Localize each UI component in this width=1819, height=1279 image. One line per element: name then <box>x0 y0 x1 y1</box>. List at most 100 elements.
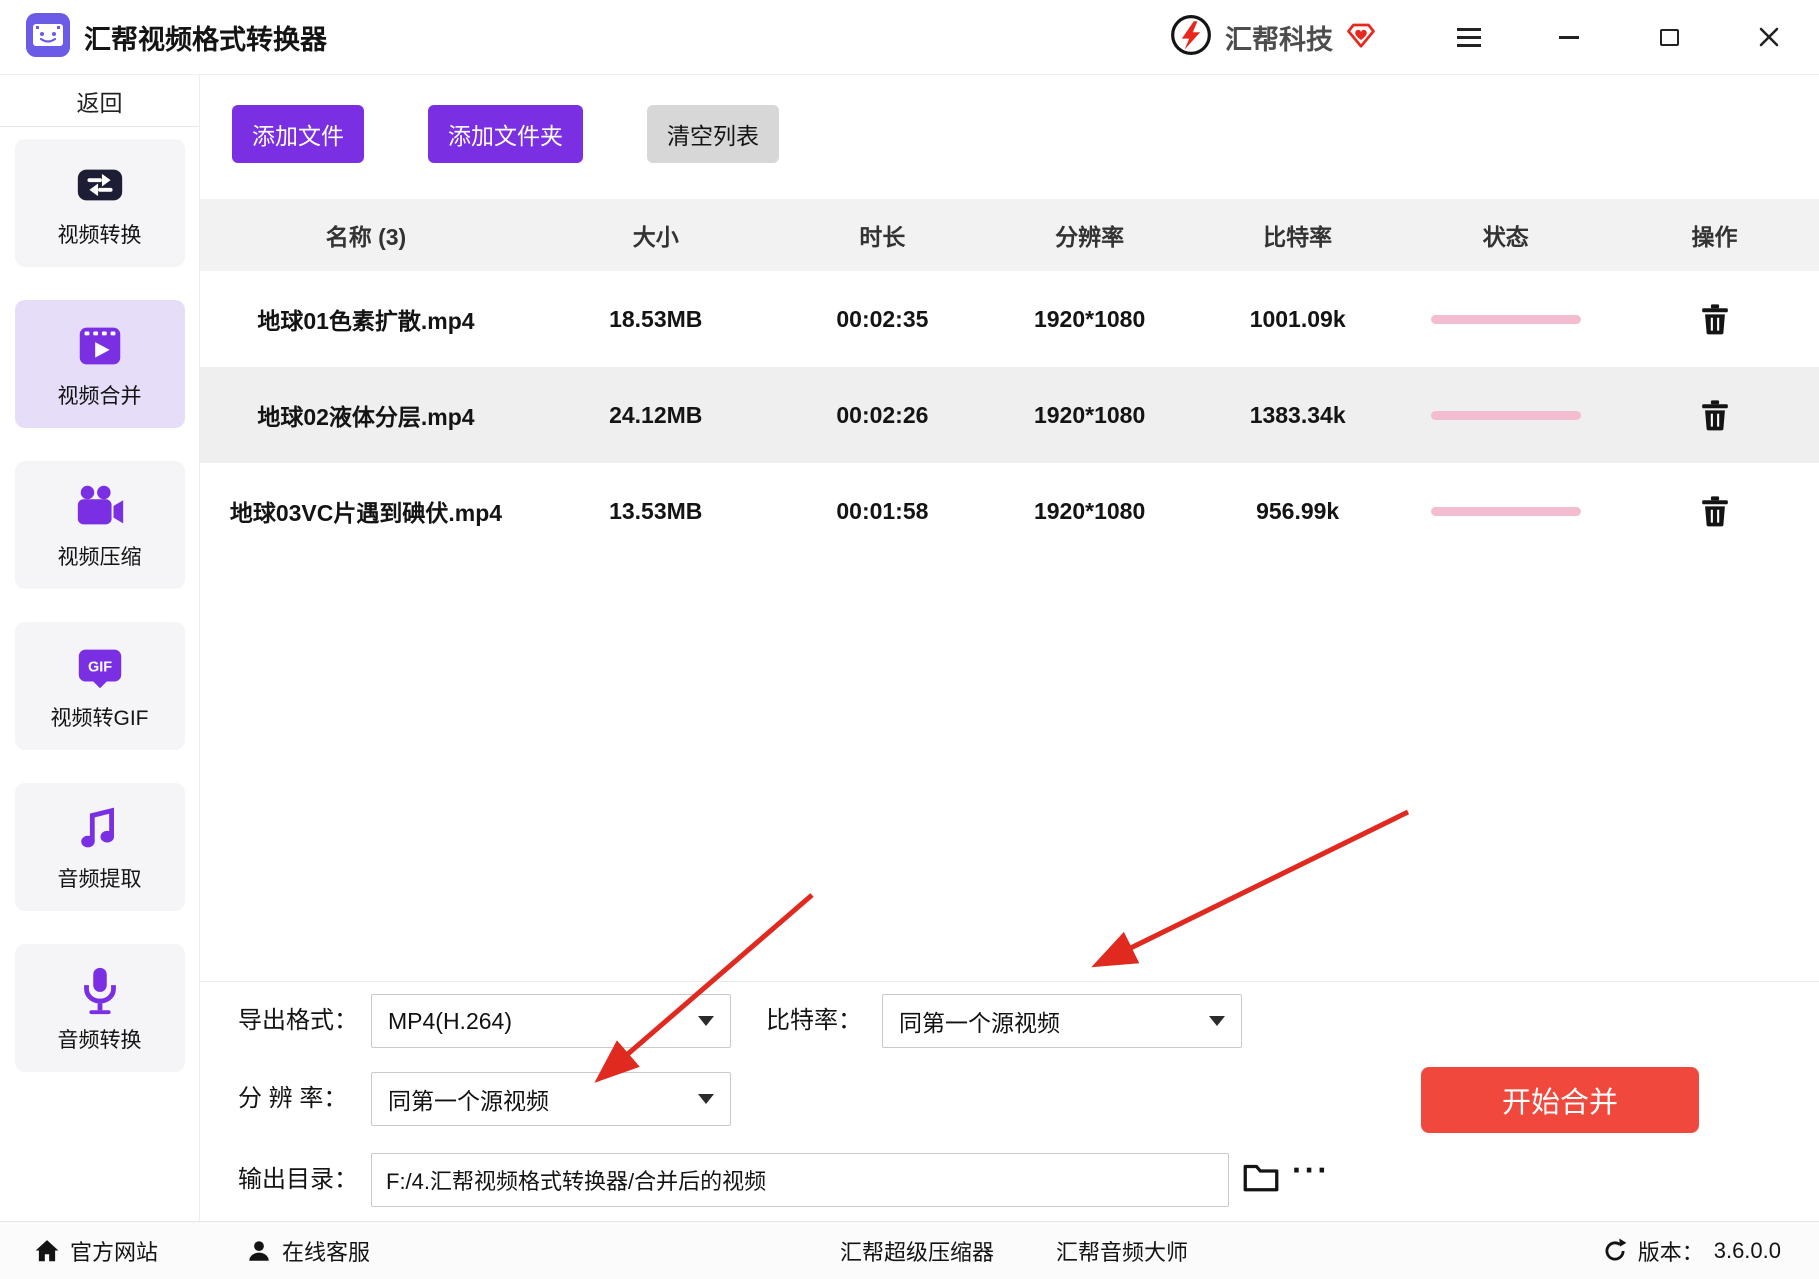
brand-diamond-icon <box>1345 20 1377 55</box>
table-row: 地球03VC片遇到碘伏.mp4 13.53MB 00:01:58 1920*10… <box>200 463 1819 559</box>
delete-button[interactable] <box>1699 302 1731 337</box>
resolution-label: 分 辨 率： <box>238 1085 348 1112</box>
start-merge-button[interactable]: 开始合并 <box>1421 1067 1699 1133</box>
file-size: 18.53MB <box>609 305 703 332</box>
add-file-button[interactable]: 添加文件 <box>232 105 364 163</box>
sidebar-nav: 视频转换 视频合并 视频压缩 GIF 视频转GIF 音频提取 音频转换 <box>0 127 199 1221</box>
sidebar-item-label: 视频转GIF <box>50 706 149 730</box>
person-icon <box>246 1238 272 1264</box>
menu-button[interactable] <box>1447 15 1491 59</box>
sidebar-item-audio-extract[interactable]: 音频提取 <box>14 783 185 911</box>
version-label: 版本： <box>1637 1239 1704 1265</box>
close-button[interactable] <box>1747 15 1791 59</box>
official-site-link[interactable]: 官方网站 <box>34 1235 158 1267</box>
content: 添加文件 添加文件夹 清空列表 名称 (3) 大小 时长 分辨率 比特率 状态 … <box>200 75 1819 1221</box>
maximize-icon <box>1659 28 1679 46</box>
bitrate-select[interactable]: 同第一个源视频 <box>882 994 1242 1048</box>
app-identity: 汇帮视频格式转换器 <box>26 12 327 62</box>
progress-bar <box>1430 410 1581 420</box>
trash-icon <box>1701 303 1728 334</box>
file-resolution: 1920*1080 <box>1033 305 1146 332</box>
back-button[interactable]: 返回 <box>0 75 199 127</box>
sidebar-item-label: 视频转换 <box>57 223 142 247</box>
export-format-label: 导出格式： <box>238 1007 358 1034</box>
video-merge-icon <box>79 327 120 364</box>
file-status <box>1401 410 1610 420</box>
file-size: 13.53MB <box>609 497 703 524</box>
bitrate-label: 比特率： <box>766 1007 862 1034</box>
maximize-button[interactable] <box>1647 15 1691 59</box>
file-actions <box>1610 398 1819 433</box>
minimize-icon <box>1559 35 1579 39</box>
table-row: 地球02液体分层.mp4 24.12MB 00:02:26 1920*1080 … <box>200 367 1819 463</box>
app-icon <box>26 12 70 62</box>
audio-extract-icon <box>80 807 114 847</box>
super-compressor-link[interactable]: 汇帮超级压缩器 <box>840 1235 994 1267</box>
resolution-select[interactable]: 同第一个源视频 <box>371 1072 731 1126</box>
version-value: 3.6.0.0 <box>1713 1237 1781 1263</box>
file-resolution: 1920*1080 <box>1033 497 1146 524</box>
sidebar-item-audio-convert[interactable]: 音频转换 <box>14 944 185 1072</box>
online-support-label: 在线客服 <box>282 1239 371 1265</box>
close-icon <box>1759 27 1779 47</box>
audio-master-link[interactable]: 汇帮音频大师 <box>1056 1235 1188 1267</box>
file-name: 地球02液体分层.mp4 <box>257 404 475 430</box>
header-actions: 操作 <box>1691 224 1738 250</box>
file-status <box>1401 314 1610 324</box>
add-folder-button[interactable]: 添加文件夹 <box>428 105 583 163</box>
file-resolution: 1920*1080 <box>1033 401 1146 428</box>
online-support-link[interactable]: 在线客服 <box>246 1235 370 1267</box>
app-window: 汇帮视频格式转换器 汇帮科技 返回 视频转换 视频合并 视频压缩 GIF 视频转… <box>0 0 1819 1279</box>
clear-list-button[interactable]: 清空列表 <box>647 105 779 163</box>
progress-bar <box>1430 314 1581 324</box>
file-duration: 00:01:58 <box>836 497 929 524</box>
output-dir-input[interactable] <box>371 1153 1229 1207</box>
sidebar-item-video-compress[interactable]: 视频压缩 <box>14 461 185 589</box>
trash-icon <box>1701 495 1728 526</box>
header-bitrate: 比特率 <box>1263 224 1333 250</box>
sidebar-item-video-convert[interactable]: 视频转换 <box>14 139 185 267</box>
export-format-value: MP4(H.264) <box>388 1007 512 1034</box>
file-bitrate: 1383.34k <box>1249 401 1346 428</box>
svg-text:GIF: GIF <box>87 659 111 675</box>
file-toolbar: 添加文件 添加文件夹 清空列表 <box>200 75 1819 163</box>
minimize-button[interactable] <box>1547 15 1591 59</box>
sidebar-item-video-merge[interactable]: 视频合并 <box>14 300 185 428</box>
sidebar-item-label: 音频转换 <box>57 1028 142 1052</box>
header-size: 大小 <box>632 224 679 250</box>
official-site-label: 官方网站 <box>70 1239 159 1265</box>
folder-icon <box>1243 1164 1279 1192</box>
footer-center: 汇帮超级压缩器 汇帮音频大师 <box>840 1222 1188 1279</box>
table-header: 名称 (3) 大小 时长 分辨率 比特率 状态 操作 <box>200 199 1819 271</box>
header-name: 名称 (3) <box>325 224 407 250</box>
more-options-button[interactable]: ··· <box>1292 1152 1330 1189</box>
file-bitrate: 1001.09k <box>1249 305 1346 332</box>
file-name: 地球03VC片遇到碘伏.mp4 <box>229 500 503 526</box>
bitrate-value: 同第一个源视频 <box>899 1010 1060 1036</box>
delete-button[interactable] <box>1699 398 1731 433</box>
chevron-down-icon <box>698 1016 714 1026</box>
app-title: 汇帮视频格式转换器 <box>84 24 327 55</box>
video-to-gif-icon: GIF <box>78 649 121 688</box>
titlebar-controls: 汇帮科技 <box>1169 13 1791 62</box>
sidebar-item-video-to-gif[interactable]: GIF 视频转GIF <box>14 622 185 750</box>
output-dir-label: 输出目录： <box>238 1166 358 1193</box>
main-area: 返回 视频转换 视频合并 视频压缩 GIF 视频转GIF 音频提取 音频转换 添… <box>0 75 1819 1221</box>
footer: 官方网站 在线客服 汇帮超级压缩器 汇帮音频大师 版本： 3.6.0.0 <box>0 1221 1819 1279</box>
file-actions <box>1610 494 1819 529</box>
file-duration: 00:02:26 <box>836 401 929 428</box>
titlebar: 汇帮视频格式转换器 汇帮科技 <box>0 0 1819 75</box>
header-status: 状态 <box>1482 224 1529 250</box>
delete-button[interactable] <box>1699 494 1731 529</box>
browse-folder-button[interactable] <box>1243 1162 1279 1195</box>
progress-bar <box>1430 506 1581 516</box>
video-compress-icon <box>77 485 123 524</box>
hamburger-icon <box>1457 35 1481 39</box>
merge-settings-panel: 导出格式： MP4(H.264) 比特率： 同第一个源视频 分 辨 率： 同第一… <box>200 981 1819 1221</box>
footer-version: 版本： 3.6.0.0 <box>1602 1222 1781 1279</box>
file-size: 24.12MB <box>609 401 703 428</box>
export-format-select[interactable]: MP4(H.264) <box>371 994 731 1048</box>
super-compressor-label: 汇帮超级压缩器 <box>840 1239 995 1265</box>
refresh-icon[interactable] <box>1602 1238 1628 1264</box>
file-duration: 00:02:35 <box>836 305 929 332</box>
